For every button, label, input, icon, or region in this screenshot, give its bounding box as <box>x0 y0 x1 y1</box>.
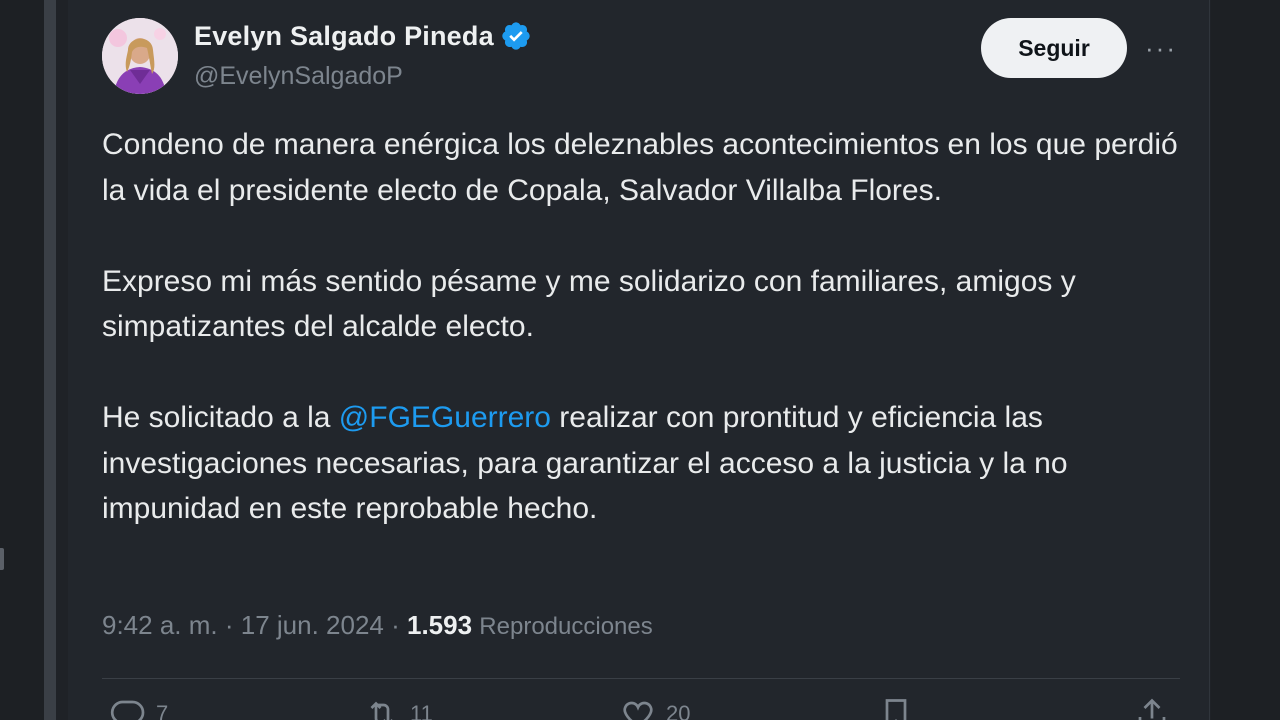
share-icon <box>1138 698 1166 720</box>
reply-button[interactable]: 7 <box>110 696 168 720</box>
bookmark-icon <box>885 699 907 720</box>
author-display-name[interactable]: Evelyn Salgado Pineda <box>194 21 494 52</box>
tweet-date[interactable]: 17 jun. 2024 <box>241 610 384 640</box>
avatar[interactable] <box>102 18 178 94</box>
more-icon[interactable]: ··· <box>1138 28 1184 68</box>
divider <box>102 678 1180 679</box>
tweet-paragraph: Condeno de manera enérgica los deleznabl… <box>102 122 1197 213</box>
verified-badge-icon <box>500 20 532 52</box>
views-label: Reproducciones <box>479 613 653 640</box>
like-count: 20 <box>666 701 691 720</box>
tweet-text: Condeno de manera enérgica los deleznabl… <box>102 122 1197 532</box>
tweet-paragraph: Expreso mi más sentido pésame y me solid… <box>102 259 1197 350</box>
tweet-text-segment: Condeno de manera enérgica los deleznabl… <box>102 128 1178 207</box>
retweet-icon <box>370 701 393 720</box>
sidebar-indicator <box>0 548 4 570</box>
right-sidebar <box>1211 0 1280 720</box>
like-icon <box>623 701 653 720</box>
meta-separator: · <box>383 610 407 640</box>
tweet-meta: 9:42 a. m. · 17 jun. 2024 · 1.593 Reprod… <box>102 610 653 641</box>
reply-icon <box>110 700 145 720</box>
tweet-paragraph: He solicitado a la @FGEGuerrero realizar… <box>102 395 1197 532</box>
author-handle[interactable]: @EvelynSalgadoP <box>194 62 403 91</box>
author-name-row: Evelyn Salgado Pineda <box>194 20 532 52</box>
tweet-text-segment: He solicitado a la <box>102 401 339 434</box>
left-sidebar <box>0 0 56 720</box>
follow-button[interactable]: Seguir <box>981 18 1127 78</box>
reply-count: 7 <box>156 701 169 720</box>
like-button[interactable]: 20 <box>620 696 690 720</box>
retweet-count: 11 <box>410 701 433 720</box>
views-count: 1.593 <box>406 610 473 640</box>
meta-separator: · <box>217 610 241 640</box>
avatar-photo <box>102 18 178 94</box>
tweet-time[interactable]: 9:42 a. m. <box>102 610 218 640</box>
share-button[interactable] <box>1134 696 1170 720</box>
tweet-text-segment: Expreso mi más sentido pésame y me solid… <box>102 264 1076 344</box>
retweet-button[interactable]: 11 <box>364 696 433 720</box>
mention-link[interactable]: @FGEGuerrero <box>339 401 551 434</box>
bookmark-button[interactable] <box>878 696 914 720</box>
scroll-edge <box>44 0 56 720</box>
tweet-actions: 7 11 20 <box>102 696 1180 720</box>
